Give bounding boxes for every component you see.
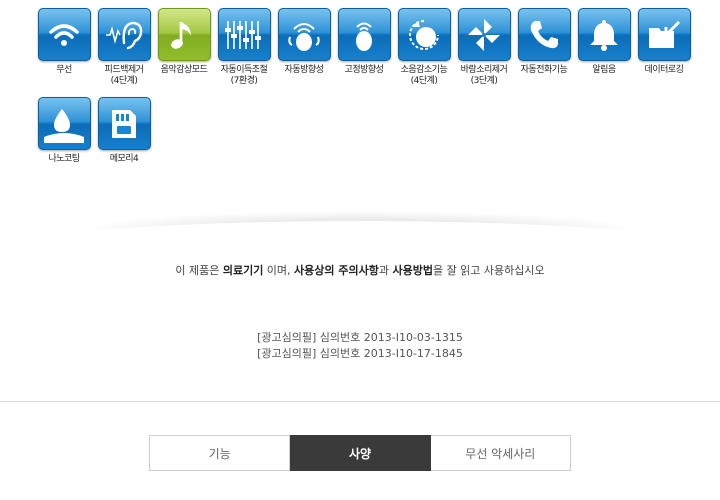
- feature-wind-noise: 바람소리제거 (3단계): [456, 8, 512, 87]
- ad-review-numbers: [광고심의필] 심의번호 2013-I10-03-1315 [광고심의필] 심의…: [0, 330, 720, 362]
- feature-label: 자동방향성: [284, 65, 324, 75]
- feature-wireless: 무선: [36, 8, 92, 76]
- medical-device-notice: 이 제품은 의료기기 이며, 사용상의 주의사항과 사용방법을 잘 읽고 사용하…: [0, 262, 720, 278]
- feature-label: 바람소리제거 (3단계): [460, 65, 508, 86]
- memory-card-icon: [97, 97, 151, 150]
- feature-label: 피드백제거 (4단계): [104, 65, 144, 86]
- tab-features[interactable]: 기능: [149, 435, 291, 471]
- notice-text: 을 잘 읽고 사용하십시오: [432, 264, 545, 277]
- notice-text: 이며,: [263, 264, 295, 277]
- feature-label: 알림음: [592, 65, 616, 75]
- feature-alert-tone: 알림음: [576, 8, 632, 76]
- sliders-icon: [217, 8, 271, 61]
- music-note-icon: [157, 8, 211, 61]
- ear-feedback-icon: [97, 8, 151, 61]
- notice-medical-device: 의료기기: [222, 264, 264, 277]
- feature-auto-phone: 자동전화기능: [516, 8, 572, 76]
- feature-fixed-direction: 고정방향성: [336, 8, 392, 76]
- feature-label: 데이터로깅: [644, 65, 684, 75]
- feature-label: 음악감상모드: [160, 65, 208, 75]
- feature-label: 무선: [56, 65, 72, 75]
- phone-icon: [517, 8, 571, 61]
- feature-memory: 메모리4: [96, 97, 152, 165]
- product-tabs: 기능 사양 무선 악세사리: [149, 435, 571, 471]
- feature-music: 음악감상모드: [156, 8, 212, 76]
- tab-wireless-accessories[interactable]: 무선 악세사리: [430, 435, 571, 471]
- feature-feedback: 피드백제거 (4단계): [96, 8, 152, 87]
- notice-caution: 사용상의 주의사항: [294, 264, 379, 277]
- noise-reduction-icon: [397, 8, 451, 61]
- tab-specs[interactable]: 사양: [290, 435, 431, 471]
- notice-text: 이 제품은: [175, 264, 223, 277]
- directional-mic-icon: [277, 8, 331, 61]
- feature-nano-coating: 나노코팅: [36, 97, 92, 165]
- feature-label: 메모리4: [109, 154, 139, 164]
- fixed-direction-icon: [337, 8, 391, 61]
- bell-icon: [577, 8, 631, 61]
- feature-data-logging: 데이터로깅: [636, 8, 692, 76]
- ad-review-line: [광고심의필] 심의번호 2013-I10-03-1315: [257, 331, 463, 344]
- feature-label: 고정방향성: [344, 65, 384, 75]
- pinwheel-wind-icon: [457, 8, 511, 61]
- feature-label: 자동이득조절 (7환경): [220, 65, 268, 86]
- feature-label: 자동전화기능: [520, 65, 568, 75]
- feature-noise-reduction: 소음감소기능 (4단계): [396, 8, 452, 87]
- horizontal-rule: [0, 401, 720, 402]
- water-drop-icon: [37, 97, 91, 150]
- feature-auto-direction: 자동방향성: [276, 8, 332, 76]
- ad-review-line: [광고심의필] 심의번호 2013-I10-17-1845: [257, 347, 463, 360]
- notice-text: 과: [378, 264, 393, 277]
- notice-usage: 사용방법: [392, 264, 433, 277]
- data-logging-icon: [637, 8, 691, 61]
- feature-gain: 자동이득조절 (7환경): [216, 8, 272, 87]
- feature-label: 소음감소기능 (4단계): [400, 65, 448, 86]
- feature-label: 나노코팅: [48, 154, 80, 164]
- wifi-icon: [37, 8, 91, 61]
